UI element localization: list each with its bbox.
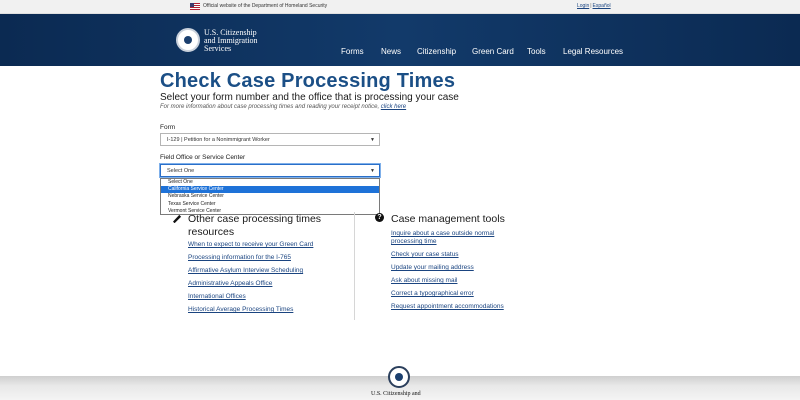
site-header: U.S. Citizenship and Immigration Service… <box>0 14 800 66</box>
form-select-value: I-129 | Petition for a Nonimmigrant Work… <box>167 137 270 143</box>
office-dropdown-list: Select One California Service Center Neb… <box>160 178 380 215</box>
asylum-scheduling-link[interactable]: Affirmative Asylum Interview Scheduling <box>188 267 303 275</box>
nav-green-card[interactable]: Green Card <box>472 47 514 56</box>
chevron-down-icon: ▼ <box>370 168 375 174</box>
click-here-link[interactable]: click here <box>381 104 406 110</box>
resources-title-line-2: resources <box>188 226 235 238</box>
missing-mail-link[interactable]: Ask about missing mail <box>391 277 457 285</box>
tools-title: Case management tools <box>391 213 505 225</box>
footer-brand-text: U.S. Citizenship and <box>371 391 421 397</box>
office-option-nebraska[interactable]: Nebraska Service Center <box>161 193 379 200</box>
green-card-timing-link[interactable]: When to expect to receive your Green Car… <box>188 241 313 249</box>
site-logo-text[interactable]: U.S. Citizenship and Immigration Service… <box>204 29 258 53</box>
chevron-down-icon: ▼ <box>370 137 375 143</box>
update-address-link[interactable]: Update your mailing address <box>391 264 474 272</box>
dhs-seal-icon[interactable] <box>176 28 200 52</box>
historical-times-link[interactable]: Historical Average Processing Times <box>188 306 293 314</box>
i765-processing-link[interactable]: Processing information for the I-765 <box>188 254 291 262</box>
banner-separator: | <box>590 3 592 9</box>
page-subtitle: Select your form number and the office t… <box>160 92 459 103</box>
official-banner: Official website of the Department of Ho… <box>0 0 800 14</box>
international-offices-link[interactable]: International Offices <box>188 293 246 301</box>
processing-info-hint: For more information about case processi… <box>160 104 406 110</box>
login-link[interactable]: Login <box>577 3 589 9</box>
column-divider <box>354 212 355 320</box>
us-flag-icon <box>190 3 200 10</box>
resources-title-line-1: Other case processing times <box>188 213 322 225</box>
office-select-value: Select One <box>167 168 195 174</box>
language-link[interactable]: Español <box>593 3 611 9</box>
office-select[interactable]: Select One ▼ <box>160 164 380 177</box>
office-label: Field Office or Service Center <box>160 154 246 161</box>
brand-line-3: Services <box>204 44 232 53</box>
question-circle-icon: ? <box>375 213 384 222</box>
resources-title: Other case processing times resources <box>188 213 321 239</box>
case-status-link[interactable]: Check your case status <box>391 251 459 259</box>
pencil-icon <box>173 214 182 223</box>
nav-news[interactable]: News <box>381 47 401 56</box>
inquire-case-link-line-1: Inquire about a case outside normal <box>391 230 495 237</box>
typo-correction-link[interactable]: Correct a typographical error <box>391 290 474 298</box>
nav-legal-resources[interactable]: Legal Resources <box>563 47 623 56</box>
inquire-case-link-line-2: processing time <box>391 238 437 245</box>
nav-forms[interactable]: Forms <box>341 47 364 56</box>
banner-links: Login|Español <box>577 3 611 9</box>
office-option-california[interactable]: California Service Center <box>161 186 379 194</box>
official-website-text: Official website of the Department of Ho… <box>203 3 328 9</box>
form-select[interactable]: I-129 | Petition for a Nonimmigrant Work… <box>160 133 380 146</box>
office-option-texas[interactable]: Texas Service Center <box>161 201 379 208</box>
appointment-accommodations-link[interactable]: Request appointment accommodations <box>391 303 504 311</box>
hint-text: For more information about case processi… <box>160 104 381 110</box>
inquire-case-link[interactable]: Inquire about a case outside normal proc… <box>391 230 494 246</box>
form-label: Form <box>160 124 176 131</box>
nav-citizenship[interactable]: Citizenship <box>417 47 456 56</box>
aao-link[interactable]: Administrative Appeals Office <box>188 280 272 288</box>
office-option-select-one[interactable]: Select One <box>161 179 379 186</box>
page-title: Check Case Processing Times <box>160 70 456 92</box>
nav-tools[interactable]: Tools <box>527 47 546 56</box>
footer-dhs-seal-icon[interactable] <box>388 366 410 388</box>
